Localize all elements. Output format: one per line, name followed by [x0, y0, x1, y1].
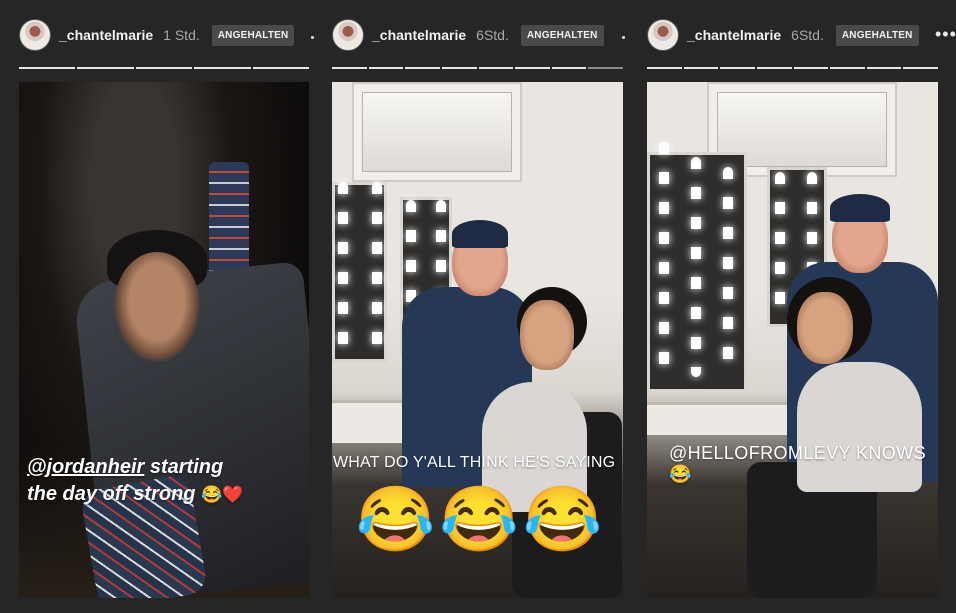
- laughing-emoji: 😂: [355, 483, 436, 555]
- cap-image: [452, 220, 508, 248]
- story-media[interactable]: WHAT DO Y'ALL THINK HE'S SAYING 😂 😂 😂: [332, 82, 623, 598]
- progress-segment: [332, 67, 367, 69]
- dot-separator-icon: [622, 36, 625, 39]
- progress-segment: [368, 67, 404, 69]
- story-caption: WHAT DO Y'ALL THINK HE'S SAYING: [333, 454, 616, 471]
- story-caption: @jordanheir starting the day off strong …: [27, 454, 307, 508]
- laughing-emoji: 😂: [439, 483, 519, 555]
- woman-head-image: [520, 300, 574, 370]
- progress-segment: [683, 67, 719, 69]
- cabinet-image: [352, 82, 522, 182]
- story-media[interactable]: @HELLOFROMLEVY KNOWS😂: [647, 82, 938, 598]
- cap-image: [830, 194, 890, 222]
- progress-segment: [515, 67, 550, 69]
- username[interactable]: _chantelmarie: [372, 27, 466, 43]
- progress-segment: [866, 67, 902, 69]
- light-bulbs-image: [775, 172, 785, 322]
- story-header: _chantelmarie 6Std. ANGEHALTEN: [332, 18, 604, 52]
- progress-bar: [19, 67, 310, 69]
- caption-text: starting: [144, 456, 224, 478]
- story-header: _chantelmarie 6Std. ANGEHALTEN: [647, 18, 919, 52]
- username[interactable]: _chantelmarie: [59, 27, 153, 43]
- paused-badge: ANGEHALTEN: [835, 24, 919, 46]
- light-bulbs-image: [659, 142, 669, 382]
- progress-segment: [77, 67, 134, 69]
- paused-badge: ANGEHALTEN: [520, 24, 604, 46]
- progress-bar: [647, 67, 938, 69]
- counter-image: [647, 402, 797, 435]
- light-bulbs-image: [723, 167, 733, 372]
- timestamp: 6Std.: [791, 27, 824, 43]
- progress-segment: [252, 67, 310, 69]
- progress-segment: [551, 67, 587, 69]
- progress-segment: [405, 67, 440, 69]
- mention-link[interactable]: @jordanheir: [27, 456, 144, 478]
- progress-segment: [720, 67, 755, 69]
- progress-bar: [332, 67, 623, 69]
- face-image: [114, 252, 200, 362]
- emoji-sticker: 😂❤️: [201, 485, 244, 504]
- progress-segment: [793, 67, 829, 69]
- username[interactable]: _chantelmarie: [687, 27, 781, 43]
- story-1[interactable]: _chantelmarie 1 Std. ANGEHALTEN @jordanh…: [0, 0, 320, 613]
- avatar[interactable]: [332, 19, 364, 51]
- dot-separator-icon: [311, 36, 314, 39]
- paused-badge: ANGEHALTEN: [211, 24, 295, 46]
- progress-segment: [19, 67, 76, 69]
- light-bulbs-image: [691, 157, 701, 377]
- caption-text: the day off strong: [27, 483, 196, 505]
- progress-segment: [903, 67, 938, 69]
- progress-segment: [478, 67, 514, 69]
- progress-segment: [830, 67, 865, 69]
- light-bulbs-image: [372, 182, 382, 352]
- emoji-stickers: 😂 😂 😂: [334, 482, 623, 556]
- story-media[interactable]: @jordanheir starting the day off strong …: [19, 82, 309, 598]
- light-bulbs-image: [338, 182, 348, 352]
- progress-segment: [647, 67, 682, 69]
- more-options-icon[interactable]: •••: [935, 24, 956, 45]
- progress-segment: [441, 67, 477, 69]
- progress-segment: [756, 67, 792, 69]
- story-caption: @HELLOFROMLEVY KNOWS😂: [669, 443, 926, 484]
- woman-head-image: [797, 292, 853, 364]
- progress-segment: [588, 67, 623, 69]
- avatar[interactable]: [647, 19, 679, 51]
- laughing-emoji: 😂: [522, 483, 603, 555]
- avatar[interactable]: [19, 19, 51, 51]
- timestamp: 1 Std.: [163, 27, 200, 43]
- progress-segment: [135, 67, 193, 69]
- timestamp: 6Std.: [476, 27, 509, 43]
- progress-segment: [194, 67, 251, 69]
- story-header: _chantelmarie 1 Std. ANGEHALTEN: [19, 18, 295, 52]
